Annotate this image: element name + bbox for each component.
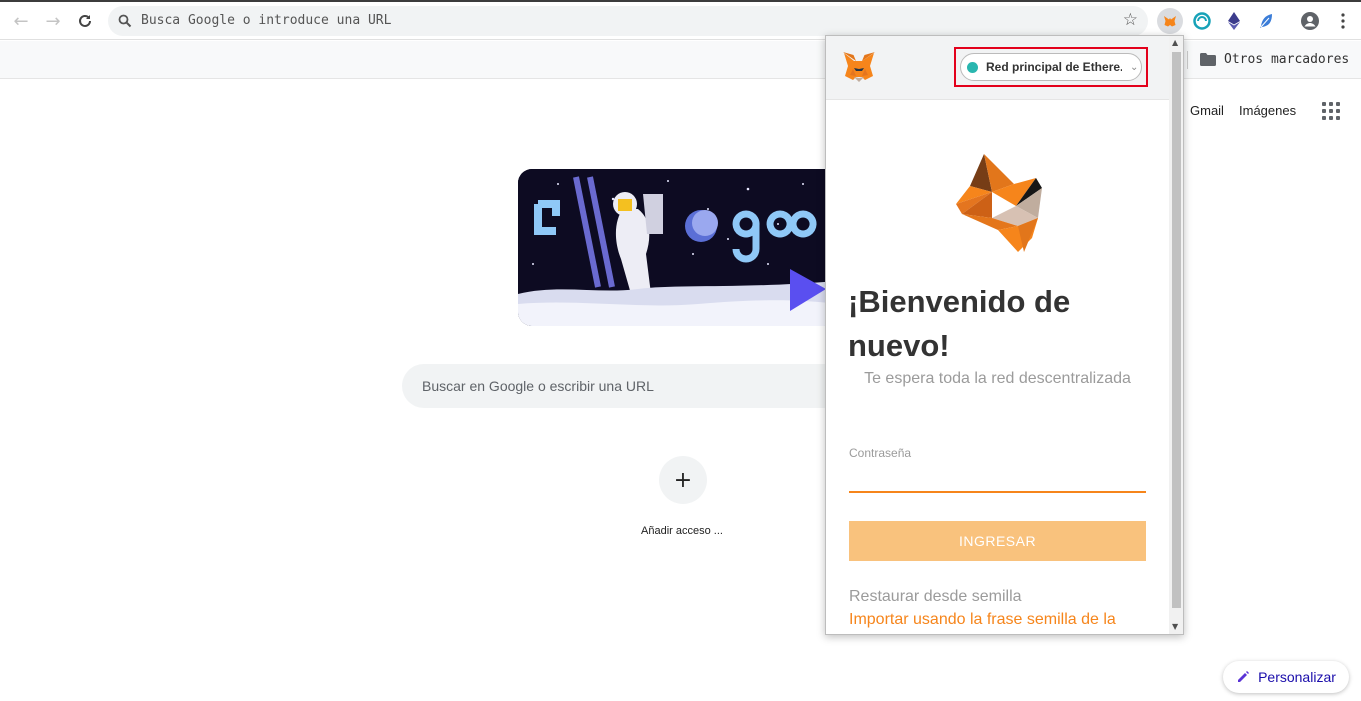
search-icon: [118, 14, 132, 28]
gmail-link[interactable]: Gmail: [1190, 103, 1224, 118]
add-shortcut-label: Añadir acceso ...: [641, 525, 723, 537]
network-selector-highlight: Red principal de Ethere... ⌄: [954, 47, 1148, 87]
scroll-up-arrow-icon[interactable]: ▲: [1172, 38, 1178, 47]
metamask-icon[interactable]: [1157, 8, 1183, 34]
metamask-header: Red principal de Ethere... ⌄: [826, 36, 1169, 100]
teal-circle-icon[interactable]: [1189, 8, 1215, 34]
customize-button[interactable]: Personalizar: [1223, 661, 1349, 693]
google-apps-icon[interactable]: [1322, 102, 1340, 120]
scrollbar-thumb[interactable]: [1172, 52, 1181, 608]
scroll-down-arrow-icon[interactable]: ▼: [1172, 622, 1178, 631]
profile-avatar-icon[interactable]: [1297, 8, 1323, 34]
network-selector[interactable]: Red principal de Ethere... ⌄: [960, 53, 1142, 81]
address-bar[interactable]: Busca Google o introduce una URL ☆: [108, 6, 1148, 36]
menu-dots-icon[interactable]: [1330, 8, 1356, 34]
metamask-scrollbar[interactable]: ▲ ▼: [1169, 36, 1183, 634]
google-doodle[interactable]: [518, 169, 838, 326]
other-bookmarks-label: Otros marcadores: [1224, 52, 1350, 67]
import-seed-phrase-link[interactable]: Importar usando la frase semilla de la c…: [849, 609, 1149, 634]
restore-from-seed-label: Restaurar desde semilla: [849, 588, 1022, 605]
google-search-placeholder: Buscar en Google o escribir una URL: [422, 378, 654, 394]
metamask-fox-logo-icon[interactable]: [842, 51, 876, 83]
network-name: Red principal de Ethere...: [986, 60, 1122, 74]
bookmark-star-icon[interactable]: ☆: [1123, 10, 1138, 30]
network-status-dot: [967, 61, 978, 73]
folder-icon: [1200, 53, 1216, 66]
address-bar-placeholder: Busca Google o introduce una URL: [141, 13, 392, 28]
welcome-title: ¡Bienvenido de nuevo!: [848, 284, 1071, 363]
ethereum-icon[interactable]: [1221, 8, 1247, 34]
metamask-popup: Red principal de Ethere... ⌄ ▲ ▼ ¡Bienve…: [825, 35, 1184, 635]
other-bookmarks-folder[interactable]: Otros marcadores: [1200, 52, 1349, 67]
pencil-icon: [1238, 671, 1250, 682]
reload-icon[interactable]: [71, 7, 99, 35]
forward-arrow-icon[interactable]: →: [39, 7, 67, 35]
welcome-subtitle: Te espera toda la red descentralizada: [864, 370, 1131, 387]
metamask-fox-head-logo: [956, 154, 1042, 252]
unlock-button[interactable]: INGRESAR: [849, 521, 1146, 561]
images-link[interactable]: Imágenes: [1239, 103, 1296, 118]
customize-label: Personalizar: [1258, 669, 1336, 685]
password-label: Contraseña: [849, 446, 912, 460]
add-shortcut-button[interactable]: +: [659, 456, 707, 504]
back-arrow-icon[interactable]: ←: [7, 7, 35, 35]
bookmarks-separator: [1187, 51, 1188, 69]
feather-icon[interactable]: [1253, 8, 1279, 34]
chevron-down-icon: ⌄: [1130, 61, 1139, 73]
password-field[interactable]: [849, 466, 1146, 493]
